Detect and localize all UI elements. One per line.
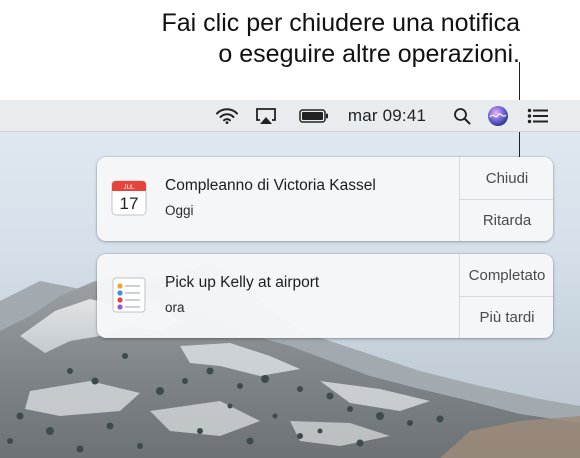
snooze-button[interactable]: Ritarda <box>460 199 553 241</box>
notification-actions: Completato Più tardi <box>459 254 553 338</box>
calendar-icon: JUL 17 <box>111 179 147 217</box>
wifi-icon[interactable] <box>212 100 242 131</box>
calendar-month: JUL <box>124 185 135 191</box>
notification-title: Compleanno di Victoria Kassel <box>165 177 376 194</box>
reminders-icon <box>111 276 147 314</box>
siri-icon[interactable] <box>485 100 511 131</box>
notification-actions: Chiudi Ritarda <box>459 157 553 241</box>
notification-body[interactable]: JUL 17 Compleanno di Victoria Kassel Ogg… <box>97 157 459 241</box>
notification-center-icon[interactable] <box>525 100 551 131</box>
callout-line-1: Fai clic per chiudere una notifica <box>161 9 520 37</box>
notification-title: Pick up Kelly at airport <box>165 274 320 291</box>
notification-body[interactable]: Pick up Kelly at airport ora <box>97 254 459 338</box>
notification-subtitle: Oggi <box>165 203 194 218</box>
calendar-day: 17 <box>120 194 139 213</box>
menu-bar: mar 09:41 <box>0 100 580 132</box>
battery-icon[interactable] <box>296 100 332 131</box>
airplay-icon[interactable] <box>252 100 280 131</box>
later-button[interactable]: Più tardi <box>460 296 553 338</box>
search-icon[interactable] <box>450 100 474 131</box>
notification-reminder[interactable]: Pick up Kelly at airport ora Completato … <box>97 254 553 338</box>
menubar-clock[interactable]: mar 09:41 <box>340 100 434 131</box>
notification-calendar[interactable]: JUL 17 Compleanno di Victoria Kassel Ogg… <box>97 157 553 241</box>
complete-button[interactable]: Completato <box>460 254 553 297</box>
notification-subtitle: ora <box>165 300 185 315</box>
callout-line-2: o eseguire altre operazioni. <box>218 40 520 68</box>
callout-text: Fai clic per chiudere una notifica o ese… <box>0 8 520 70</box>
close-button[interactable]: Chiudi <box>460 157 553 200</box>
